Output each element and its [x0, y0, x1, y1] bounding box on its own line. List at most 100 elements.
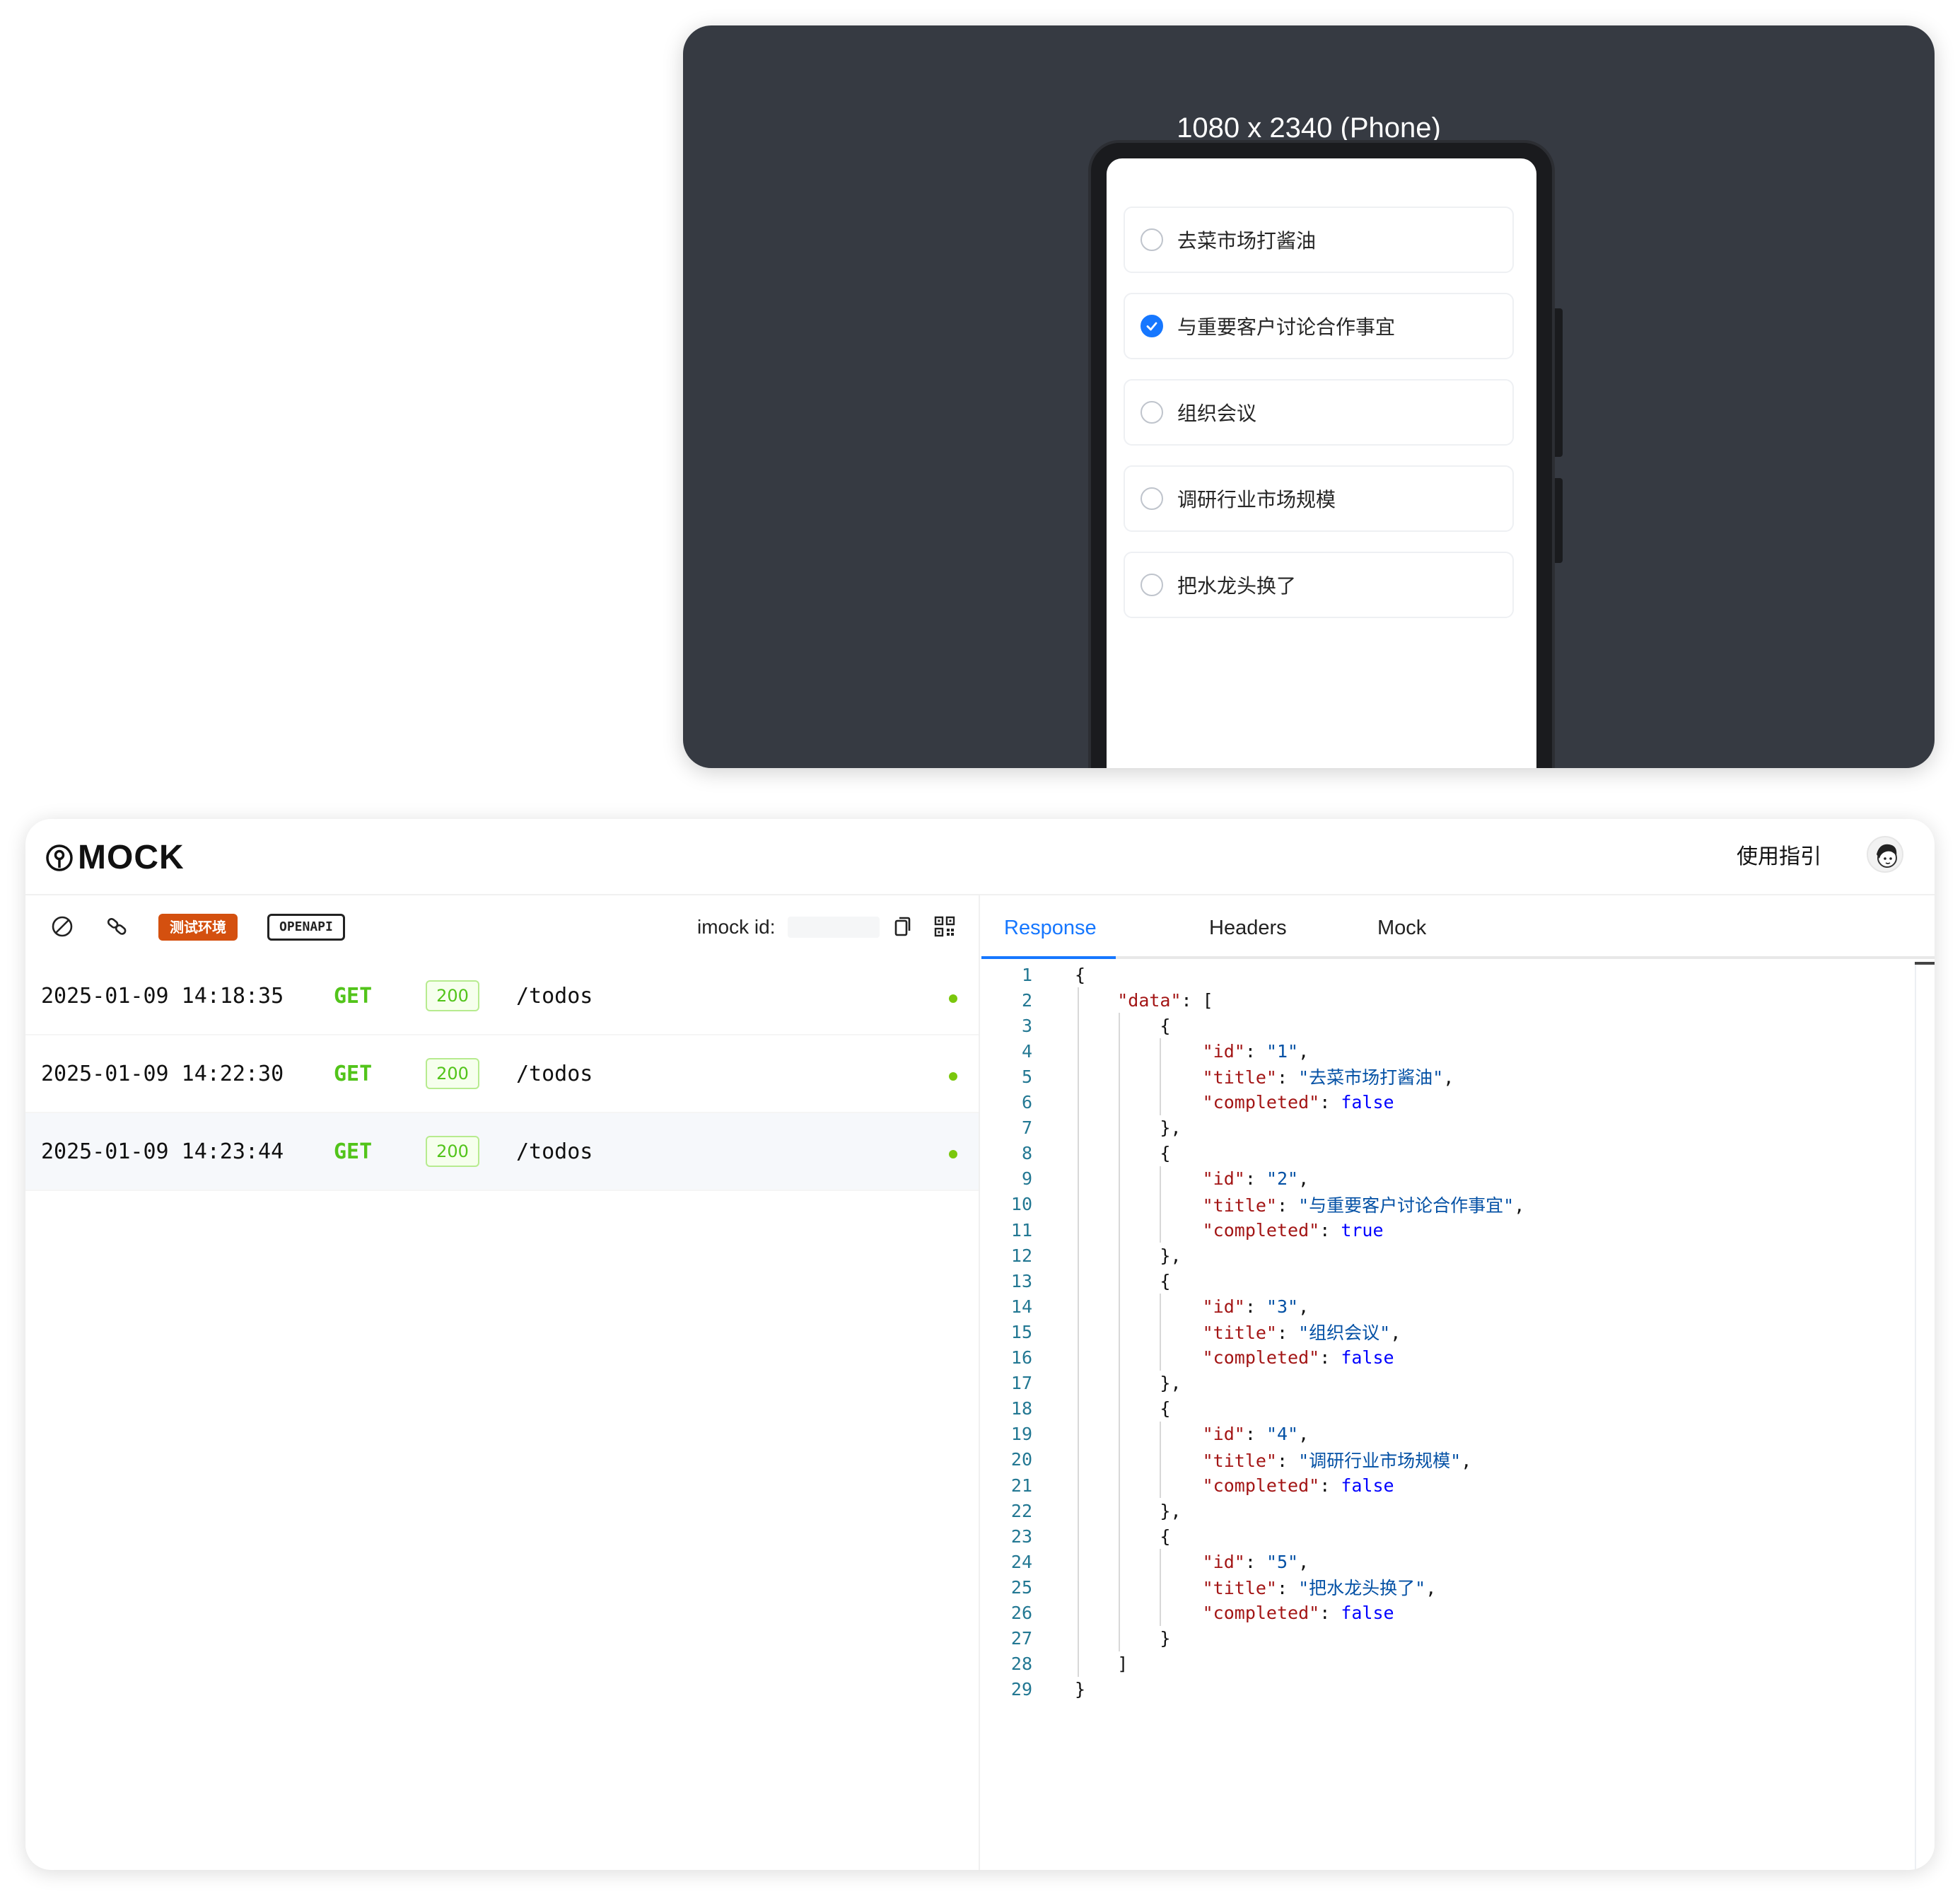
line-number: 23: [1010, 1526, 1032, 1547]
phone-frame: 去菜市场打酱油与重要客户讨论合作事宜 组织会议调研行业市场规模把水龙头换了: [1088, 140, 1555, 768]
line-number: 20: [1010, 1449, 1032, 1470]
unchecked-circle-icon[interactable]: [1141, 487, 1163, 510]
app-logo[interactable]: MOCK: [45, 839, 185, 877]
code-text: "id": "2",: [1202, 1168, 1309, 1190]
request-time: 2025-01-09 14:22:30: [41, 1062, 284, 1086]
qr-code-icon[interactable]: [932, 914, 957, 939]
editor-scrollbar[interactable]: [1915, 962, 1919, 1870]
line-number: 29: [1010, 1679, 1032, 1700]
code-text: "id": "1",: [1202, 1040, 1309, 1062]
tab-response[interactable]: Response: [1004, 912, 1097, 943]
todo-item[interactable]: 调研行业市场规模: [1124, 465, 1514, 532]
imock-id-label: imock id:: [697, 916, 776, 938]
logo-text: MOCK: [78, 839, 185, 876]
code-text: "completed": false: [1202, 1475, 1394, 1496]
response-editor[interactable]: 1{2 "data": [3 {4 "id": "1", 5 "title": "…: [981, 962, 1935, 1870]
link-icon[interactable]: [105, 914, 130, 939]
indent-guide: [1078, 987, 1079, 1677]
todo-item[interactable]: 与重要客户讨论合作事宜: [1124, 293, 1514, 359]
code-text: "id": "3",: [1202, 1296, 1309, 1317]
code-text: {: [1075, 964, 1086, 985]
request-toolbar: 测试环境 OPENAPI imock id:: [25, 895, 979, 958]
editor-scrollbar-thumb[interactable]: [1915, 962, 1935, 965]
line-number: 28: [1010, 1654, 1032, 1675]
request-status-badge: 200: [426, 980, 479, 1011]
code-line: 1{: [981, 962, 1901, 987]
active-tab-indicator: [981, 956, 1116, 959]
copy-icon[interactable]: [889, 914, 915, 939]
indent-guide: [1160, 1038, 1161, 1115]
request-row[interactable]: 2025-01-09 14:22:30 GET 200/todos: [25, 1035, 979, 1113]
device-preview-panel: 1080 x 2340 (Phone) 去菜市场打酱油 与重要客户讨论合作事宜 组织…: [683, 25, 1935, 768]
code-line: 2 "data": [: [981, 987, 1901, 1013]
request-status-badge: 200: [426, 1058, 479, 1089]
unchecked-circle-icon[interactable]: [1141, 228, 1163, 251]
code-text: "title": "组织会议",: [1202, 1323, 1401, 1344]
line-number: 17: [1010, 1373, 1032, 1394]
code-text: {: [1075, 1398, 1171, 1419]
line-number: 27: [1010, 1628, 1032, 1649]
app-header: MOCK 使用指引: [25, 819, 1935, 895]
line-number: 11: [1010, 1219, 1032, 1241]
line-number: 6: [1021, 1092, 1032, 1112]
unchecked-circle-icon[interactable]: [1141, 401, 1163, 424]
tab-mock[interactable]: Mock: [1377, 912, 1426, 943]
request-row[interactable]: 2025-01-09 14:23:44 GET 200/todos: [25, 1113, 979, 1191]
pin-logo-icon: [46, 844, 73, 871]
todo-title: 把水龙头换了: [1177, 574, 1297, 598]
indent-guide: [1119, 1013, 1120, 1651]
line-number: 5: [1021, 1066, 1032, 1087]
code-text: },: [1075, 1500, 1182, 1521]
line-number: 21: [1010, 1475, 1032, 1496]
line-number: 4: [1021, 1040, 1032, 1062]
line-number: 22: [1010, 1500, 1032, 1521]
openapi-badge[interactable]: OPENAPI: [267, 914, 345, 941]
line-number: 13: [1010, 1270, 1032, 1291]
todo-title: 组织会议: [1177, 402, 1257, 425]
indent-guide: [1160, 1421, 1161, 1499]
line-number: 12: [1010, 1245, 1032, 1266]
request-list: 2025-01-09 14:18:35 GET 200/todos 2025-01-0…: [25, 958, 979, 1191]
todo-title: 与重要客户讨论合作事宜: [1177, 315, 1396, 339]
tab-headers[interactable]: Headers: [1209, 912, 1287, 943]
line-number: 1: [1021, 964, 1032, 985]
todo-item[interactable]: 去菜市场打酱油: [1124, 207, 1514, 273]
line-number: 8: [1021, 1143, 1032, 1164]
code-text: "id": "5",: [1202, 1551, 1309, 1572]
phone-screen: 去菜市场打酱油与重要客户讨论合作事宜 组织会议调研行业市场规模把水龙头换了: [1107, 158, 1536, 768]
request-path: /todos: [516, 1139, 593, 1164]
line-number: 14: [1010, 1296, 1032, 1317]
line-number: 19: [1010, 1424, 1032, 1445]
code-text: "title": "把水龙头换了",: [1202, 1578, 1437, 1599]
code-text: {: [1075, 1015, 1171, 1036]
checked-circle-icon[interactable]: [1141, 315, 1163, 337]
request-row[interactable]: 2025-01-09 14:18:35 GET 200/todos: [25, 958, 979, 1035]
environment-badge[interactable]: 测试环境: [158, 914, 238, 941]
code-text: {: [1075, 1526, 1171, 1547]
todo-item[interactable]: 把水龙头换了: [1124, 552, 1514, 618]
request-time: 2025-01-09 14:23:44: [41, 1139, 284, 1164]
user-guide-link[interactable]: 使用指引: [1737, 842, 1821, 873]
request-pane: 测试环境 OPENAPI imock id: 2025-01-09 14:18:…: [25, 895, 980, 1870]
code-text: "completed": true: [1202, 1219, 1384, 1241]
code-text: "data": [: [1117, 989, 1213, 1011]
line-number: 16: [1010, 1347, 1032, 1368]
imock-id-value: [788, 917, 880, 938]
line-number: 3: [1021, 1015, 1032, 1036]
unchecked-circle-icon[interactable]: [1141, 574, 1163, 596]
detail-tabs: Response Headers Mock: [981, 895, 1935, 959]
request-path: /todos: [516, 984, 593, 1009]
request-time: 2025-01-09 14:18:35: [41, 984, 284, 1009]
clear-icon[interactable]: [49, 914, 75, 939]
code-text: }: [1075, 1679, 1086, 1700]
code-text: },: [1075, 1245, 1182, 1266]
request-method: GET: [334, 984, 373, 1009]
avatar[interactable]: [1867, 836, 1903, 873]
line-number: 26: [1010, 1603, 1032, 1623]
line-number: 9: [1021, 1168, 1032, 1190]
line-number: 7: [1021, 1117, 1032, 1139]
avatar-face-icon: [1877, 844, 1897, 868]
todo-item[interactable]: 组织会议: [1124, 379, 1514, 446]
code-text: ]: [1075, 1654, 1128, 1675]
code-text: {: [1075, 1143, 1171, 1164]
